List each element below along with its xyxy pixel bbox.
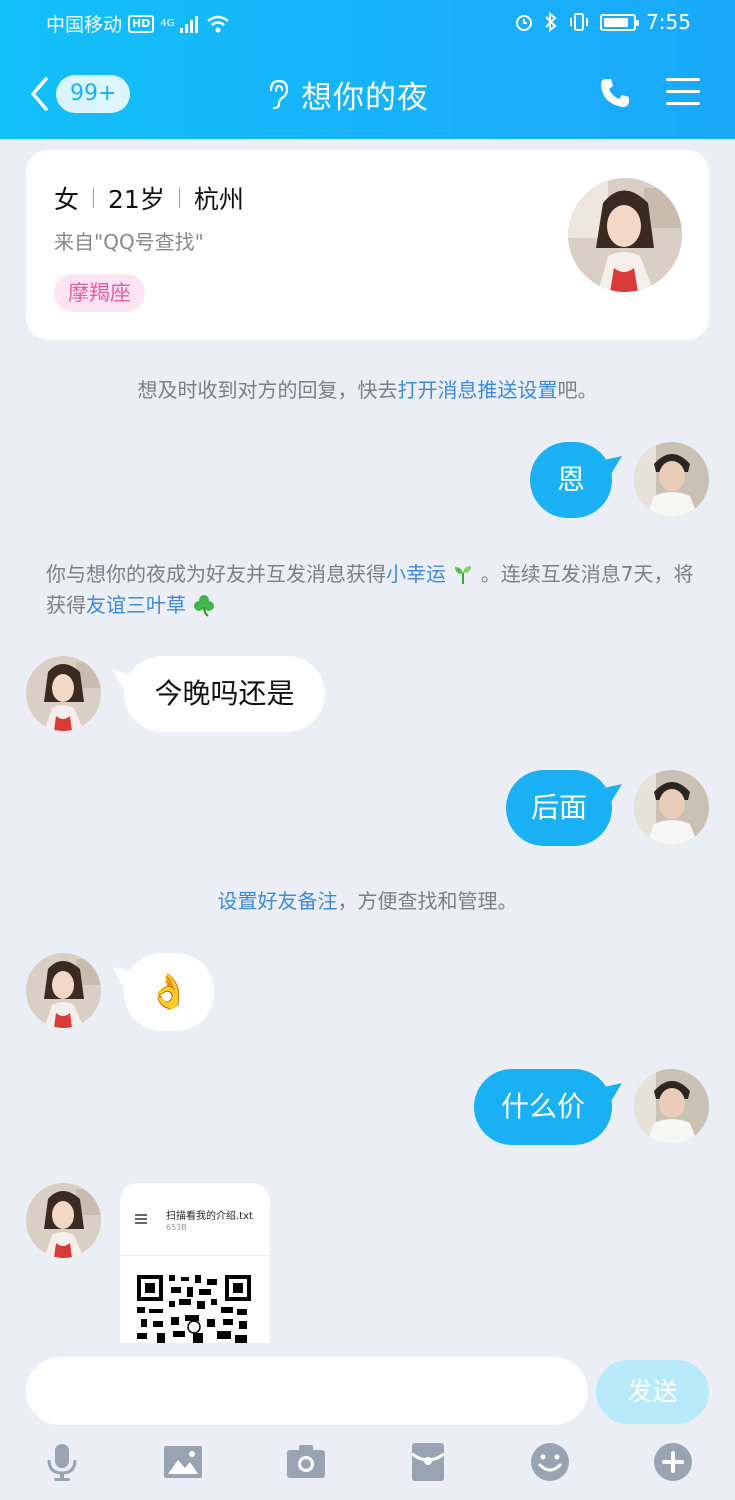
phone-icon[interactable] bbox=[598, 76, 632, 110]
my-avatar[interactable] bbox=[634, 442, 709, 517]
remark-tip: 设置好友备注，方便查找和管理。 bbox=[26, 886, 709, 917]
qr-code-image[interactable] bbox=[137, 1275, 251, 1343]
contact-avatar[interactable] bbox=[26, 656, 101, 731]
chat-title[interactable]: 想你的夜 bbox=[265, 72, 429, 116]
push-tip: 想及时收到对方的回复，快去打开消息推送设置吧。 bbox=[26, 375, 709, 406]
file-message[interactable]: 扫描看我的介绍.txt 653B bbox=[120, 1183, 270, 1343]
battery-icon bbox=[600, 13, 640, 31]
status-bar: 中国移动 HD 4G 7:55 bbox=[0, 0, 735, 46]
bubble-tail bbox=[604, 784, 622, 804]
my-avatar[interactable] bbox=[634, 1069, 709, 1144]
push-tip-text: 想及时收到对方的回复，快去 bbox=[137, 378, 398, 402]
zodiac-tag: 摩羯座 bbox=[54, 274, 145, 312]
back-button[interactable]: 99+ bbox=[28, 72, 138, 116]
carrier-label: 中国移动 bbox=[46, 14, 123, 36]
plus-icon[interactable] bbox=[653, 1442, 693, 1482]
bubble-tail bbox=[604, 1083, 622, 1103]
divider bbox=[178, 188, 180, 208]
bubble-tail bbox=[604, 456, 622, 476]
alarm-icon bbox=[516, 15, 533, 31]
hd-icon: HD bbox=[128, 14, 155, 33]
message-bubble-out[interactable]: 什么价 bbox=[474, 1069, 612, 1145]
divider bbox=[120, 1255, 270, 1256]
contact-avatar[interactable] bbox=[26, 1183, 101, 1258]
push-settings-link[interactable]: 打开消息推送设置 bbox=[398, 378, 558, 402]
sprout-icon bbox=[455, 566, 472, 584]
set-remark-link[interactable]: 设置好友备注 bbox=[218, 889, 338, 913]
status-left: 中国移动 HD 4G bbox=[46, 10, 230, 37]
profile-gender: 女 bbox=[54, 185, 80, 214]
vibrate-icon bbox=[570, 13, 589, 31]
profile-card[interactable]: 女 21岁 杭州 来自"QQ号查找" 摩羯座 bbox=[26, 150, 709, 340]
remark-tip-text: ，方便查找和管理。 bbox=[337, 889, 518, 913]
network-label: 4G bbox=[160, 17, 175, 29]
lucky-link[interactable]: 小幸运 bbox=[386, 562, 446, 586]
chat-title-text: 想你的夜 bbox=[301, 79, 429, 116]
menu-icon[interactable] bbox=[666, 77, 700, 107]
image-icon[interactable] bbox=[163, 1442, 203, 1482]
microphone-icon[interactable] bbox=[42, 1442, 82, 1482]
document-icon bbox=[135, 1214, 147, 1224]
message-bubble-out[interactable]: 后面 bbox=[506, 770, 612, 846]
contact-avatar[interactable] bbox=[26, 953, 101, 1028]
contact-avatar-large[interactable] bbox=[568, 178, 682, 292]
bluetooth-icon bbox=[545, 12, 557, 32]
clover-icon bbox=[194, 595, 215, 617]
profile-age: 21岁 bbox=[108, 185, 165, 214]
chat-header: 中国移动 HD 4G 7:55 99+ 想你的夜 bbox=[0, 0, 735, 139]
wifi-icon bbox=[207, 15, 230, 32]
send-button[interactable]: 发送 bbox=[596, 1360, 709, 1424]
signal-icon bbox=[180, 15, 199, 33]
message-bubble-in[interactable]: 今晚吗还是 bbox=[124, 656, 325, 732]
chevron-left-icon bbox=[31, 77, 48, 111]
profile-city: 杭州 bbox=[193, 185, 244, 214]
emoji-icon[interactable] bbox=[530, 1442, 570, 1482]
unread-badge: 99+ bbox=[56, 75, 131, 113]
divider bbox=[93, 188, 95, 208]
message-input[interactable] bbox=[26, 1357, 588, 1425]
message-bubble-out[interactable]: 恩 bbox=[530, 442, 612, 518]
clock: 7:55 bbox=[646, 10, 691, 34]
file-size: 653B bbox=[166, 1223, 187, 1232]
friend-reward-tip: 你与想你的夜成为好友并互发消息获得小幸运 。连续互发消息7天，将获得友谊三叶草 bbox=[26, 559, 709, 621]
status-right: 7:55 bbox=[514, 10, 691, 34]
push-tip-end: 吧。 bbox=[557, 378, 598, 402]
ear-icon bbox=[269, 79, 289, 110]
message-bubble-in[interactable]: 👌 bbox=[124, 953, 214, 1031]
profile-meta: 女 21岁 杭州 bbox=[54, 180, 244, 216]
input-toolbar bbox=[0, 1436, 735, 1492]
my-avatar[interactable] bbox=[634, 770, 709, 845]
friend-tip-text: 你与想你的夜成为好友并互发消息获得 bbox=[46, 562, 386, 586]
camera-icon[interactable] bbox=[286, 1442, 326, 1482]
red-packet-icon[interactable] bbox=[408, 1442, 448, 1482]
file-name: 扫描看我的介绍.txt bbox=[166, 1211, 253, 1222]
profile-source: 来自"QQ号查找" bbox=[54, 230, 204, 254]
clover-link[interactable]: 友谊三叶草 bbox=[86, 593, 186, 617]
